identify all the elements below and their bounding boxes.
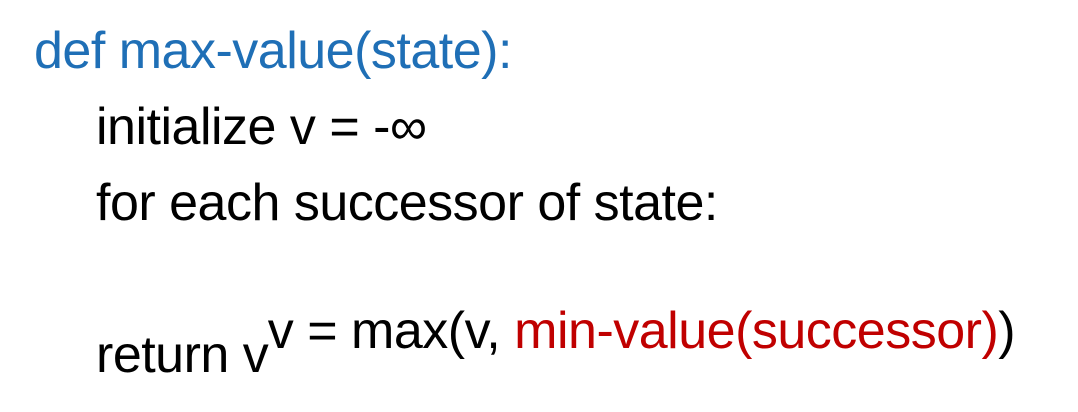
min-value-call: min-value(successor) [514, 302, 999, 360]
for-loop-line: for each successor of state: [96, 174, 718, 232]
assignment-line: v = max(v, min-value(successor)) [212, 253, 1016, 409]
assignment-prefix: v = max(v, [267, 302, 515, 360]
return-line: return v [96, 326, 269, 384]
initialize-line: initialize v = -∞ [96, 98, 427, 156]
pseudocode-block: def max-value(state): initialize v = -∞ … [0, 0, 1078, 400]
function-definition-line: def max-value(state): [34, 22, 512, 80]
assignment-suffix: ) [998, 302, 1016, 360]
